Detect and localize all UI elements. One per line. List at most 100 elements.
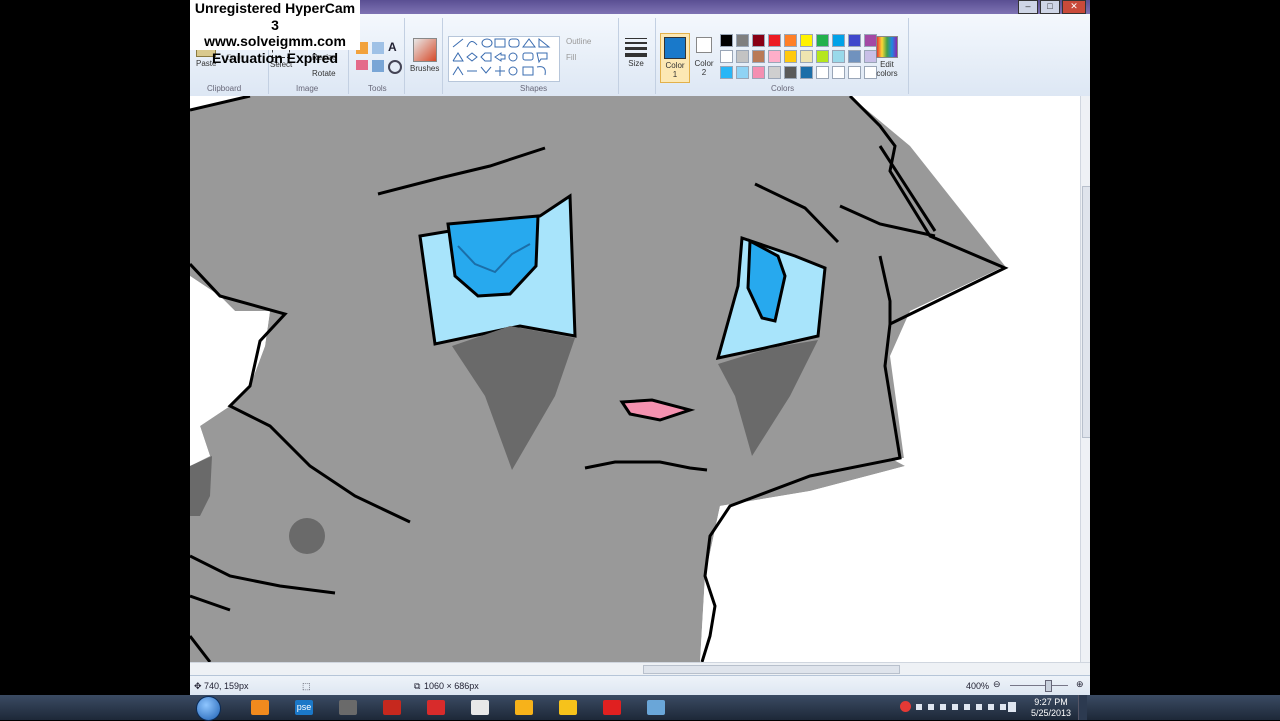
palette-swatch[interactable]	[736, 50, 749, 63]
image-size-icon: ⧉	[414, 681, 421, 691]
youtube-icon	[603, 700, 621, 715]
magnifier-icon[interactable]	[388, 60, 402, 74]
edit-colors-button[interactable]: Edit colors	[876, 36, 898, 78]
palette-swatch[interactable]	[816, 66, 829, 79]
text-icon[interactable]: A	[388, 40, 397, 54]
palette-swatch[interactable]	[768, 50, 781, 63]
drawing-canvas[interactable]	[190, 96, 1080, 662]
palette-swatch[interactable]	[720, 34, 733, 47]
rotate-button[interactable]: Rotate	[312, 69, 336, 78]
close-button[interactable]: ✕	[1062, 0, 1086, 14]
brushes-label: Brushes	[410, 64, 440, 73]
color2-button[interactable]: Color 2	[692, 37, 716, 77]
minimize-button[interactable]: –	[1018, 0, 1038, 14]
palette-swatch[interactable]	[720, 50, 733, 63]
edit-colors-label-2: colors	[876, 69, 898, 78]
fill-dropdown[interactable]: Fill	[566, 53, 576, 62]
palette-swatch[interactable]	[816, 34, 829, 47]
outline-dropdown[interactable]: Outline	[566, 37, 591, 46]
brushes-button[interactable]: Brushes	[410, 38, 439, 73]
zoom-slider[interactable]	[1010, 685, 1068, 686]
cursor-icon: ✥	[194, 681, 202, 691]
palette-swatch[interactable]	[832, 34, 845, 47]
taskbar-app-app-7[interactable]	[504, 697, 544, 718]
palette-swatch[interactable]	[736, 66, 749, 79]
shapes-gallery[interactable]	[448, 36, 560, 82]
brush-icon	[412, 38, 437, 62]
palette-swatch[interactable]	[752, 50, 765, 63]
palette-swatch[interactable]	[800, 66, 813, 79]
vertical-scrollbar[interactable]	[1080, 96, 1090, 662]
app-8-icon	[559, 700, 577, 715]
horizontal-scroll-thumb[interactable]	[643, 665, 900, 674]
palette-swatch[interactable]	[848, 34, 861, 47]
cursor-position: 740, 159px	[204, 681, 249, 691]
paint-window: – □ ✕ Paste Copy Clipboard Select Resize…	[190, 0, 1090, 695]
color-picker-icon[interactable]	[372, 60, 384, 72]
palette-swatch[interactable]	[768, 34, 781, 47]
color-palette	[720, 34, 880, 84]
dark-spot	[289, 518, 325, 554]
divider	[404, 18, 405, 94]
taskbar-app-photoshop-elements[interactable]: pse	[284, 697, 324, 718]
volume-icon[interactable]	[1008, 702, 1016, 712]
watermark-line-1: Unregistered HyperCam 3	[194, 0, 356, 33]
zoom-out-button[interactable]: ⊖	[993, 679, 1001, 690]
zoom-in-button[interactable]: ⊕	[1076, 679, 1084, 690]
app-7-icon	[515, 700, 533, 715]
roblox-icon	[427, 700, 445, 715]
left-letterbox	[0, 0, 190, 695]
notepad-icon	[471, 700, 489, 715]
clock[interactable]: 9:27 PM 5/25/2013	[1028, 697, 1074, 719]
color1-button[interactable]: Color 1	[660, 33, 690, 83]
palette-swatch[interactable]	[768, 66, 781, 79]
horizontal-scrollbar[interactable]	[190, 662, 1090, 675]
zoom-slider-thumb[interactable]	[1045, 680, 1052, 692]
size-button[interactable]: Size	[625, 38, 647, 68]
right-letterbox	[1090, 0, 1280, 695]
taskbar-app-media-player[interactable]	[240, 697, 280, 718]
palette-swatch[interactable]	[848, 50, 861, 63]
vertical-scroll-thumb[interactable]	[1082, 186, 1090, 438]
show-desktop-button[interactable]	[1078, 695, 1087, 720]
start-button[interactable]	[196, 696, 221, 721]
taskbar-app-app-3[interactable]	[328, 697, 368, 718]
hypercam-watermark: Unregistered HyperCam 3 www.solveigmm.co…	[190, 0, 360, 66]
palette-swatch[interactable]	[784, 50, 797, 63]
app-3-icon	[339, 700, 357, 715]
palette-swatch[interactable]	[848, 66, 861, 79]
fill-icon[interactable]	[372, 42, 384, 54]
palette-swatch[interactable]	[800, 34, 813, 47]
palette-swatch[interactable]	[784, 34, 797, 47]
palette-swatch[interactable]	[832, 50, 845, 63]
palette-swatch[interactable]	[736, 34, 749, 47]
watermark-line-3: Evaluation Expired	[211, 49, 339, 66]
size-label: Size	[628, 59, 644, 68]
taskbar-app-app-8[interactable]	[548, 697, 588, 718]
color2-number: 2	[701, 68, 707, 77]
record-icon[interactable]	[900, 701, 911, 712]
palette-swatch[interactable]	[752, 66, 765, 79]
rotate-label: Rotate	[312, 69, 336, 78]
taskbar-app-paint[interactable]	[636, 697, 676, 718]
palette-swatch[interactable]	[784, 66, 797, 79]
app-4-icon	[383, 700, 401, 715]
maximize-button[interactable]: □	[1040, 0, 1060, 14]
outline-label: Outline	[566, 37, 592, 46]
palette-swatch[interactable]	[752, 34, 765, 47]
taskbar-app-youtube[interactable]	[592, 697, 632, 718]
image-size: 1060 × 686px	[424, 681, 479, 691]
edit-colors-label: Edit	[880, 60, 894, 69]
palette-swatch[interactable]	[816, 50, 829, 63]
taskbar-app-app-4[interactable]	[372, 697, 412, 718]
palette-swatch[interactable]	[832, 66, 845, 79]
watermark-line-2: www.solveigmm.com	[204, 33, 346, 49]
palette-swatch[interactable]	[720, 66, 733, 79]
color1-number: 1	[672, 70, 678, 79]
zoom-level: 400%	[966, 681, 990, 691]
palette-swatch[interactable]	[800, 50, 813, 63]
taskbar-app-notepad[interactable]	[460, 697, 500, 718]
photoshop-elements-icon: pse	[295, 700, 313, 715]
taskbar-app-roblox[interactable]	[416, 697, 456, 718]
selection-icon: ⬚	[302, 681, 311, 691]
